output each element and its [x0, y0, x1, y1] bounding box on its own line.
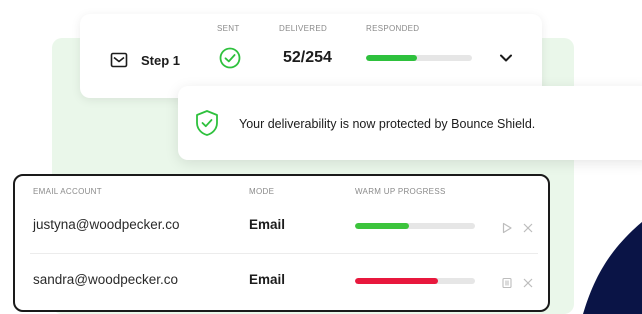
close-icon[interactable]: [522, 222, 534, 234]
shield-check-icon: [196, 110, 218, 136]
sent-column-header: SENT: [217, 24, 240, 33]
check-circle-icon: [219, 47, 241, 69]
delivered-column-header: DELIVERED: [279, 24, 328, 33]
close-icon[interactable]: [522, 277, 534, 289]
bounce-shield-message: Your deliverability is now protected by …: [239, 117, 536, 131]
envelope-icon: [110, 52, 128, 68]
warmup-progress-header: WARM UP PROGRESS: [355, 187, 446, 196]
delivered-count: 52/254: [283, 49, 332, 66]
warmup-progress-bar: [355, 278, 475, 284]
warmup-progress-fill: [355, 223, 409, 229]
row-divider: [30, 253, 538, 254]
step-label: Step 1: [141, 53, 181, 68]
account-email: justyna@woodpecker.co: [33, 217, 180, 232]
pause-icon[interactable]: [501, 277, 513, 289]
mode-header: MODE: [249, 187, 275, 196]
responded-column-header: RESPONDED: [366, 24, 420, 33]
warmup-progress-fill: [355, 278, 438, 284]
account-mode: Email: [249, 272, 286, 287]
warmup-progress-bar: [355, 223, 475, 229]
responded-progress-bar: [366, 55, 472, 61]
responded-progress-fill: [366, 55, 417, 61]
email-account-header: EMAIL ACCOUNT: [33, 187, 102, 196]
play-icon[interactable]: [501, 222, 513, 234]
account-email: sandra@woodpecker.co: [33, 272, 179, 287]
chevron-down-icon[interactable]: [498, 52, 514, 64]
account-mode: Email: [249, 217, 286, 232]
